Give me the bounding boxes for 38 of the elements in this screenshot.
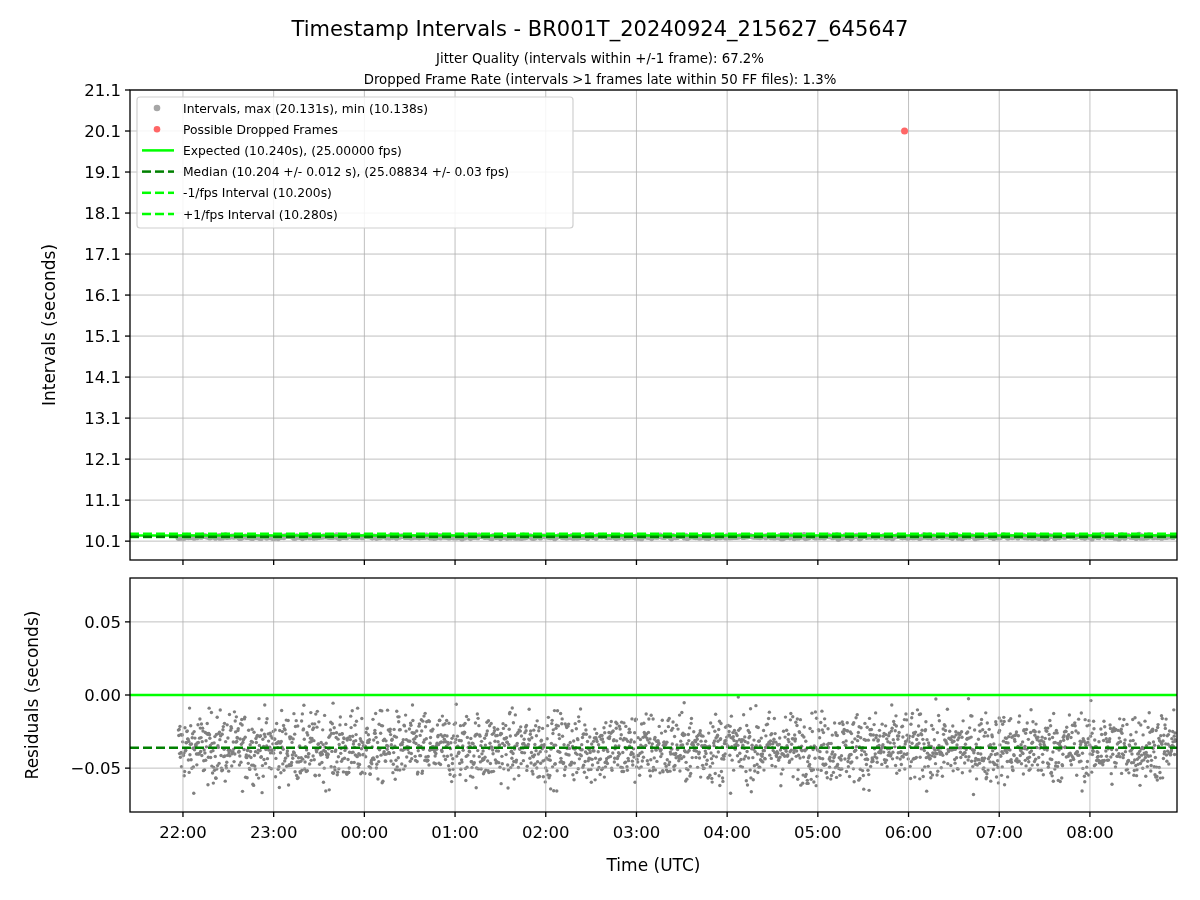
tick-label: 18.1 bbox=[84, 204, 121, 224]
tick-label: 06:00 bbox=[884, 823, 933, 842]
legend-label: -1/fps Interval (10.200s) bbox=[183, 186, 332, 201]
tick-label: 12.1 bbox=[84, 450, 121, 470]
tick-label: 0.05 bbox=[84, 612, 121, 632]
figure-subtitle: Dropped Frame Rate (intervals >1 frames late within 50 FF files): 1.3% bbox=[363, 72, 837, 87]
tick-label: 13.1 bbox=[84, 409, 121, 429]
tick-label: 14.1 bbox=[84, 368, 121, 388]
figure-subtitle: Jitter Quality (intervals within +/-1 frame): 67.2% bbox=[436, 51, 764, 66]
tick-label: 15.1 bbox=[84, 327, 121, 347]
legend-label: Intervals, max (20.131s), min (10.138s) bbox=[183, 101, 428, 116]
tick-label: 11.1 bbox=[84, 491, 121, 511]
tick-label: 19.1 bbox=[84, 163, 121, 182]
legend-label: Expected (10.240s), (25.00000 fps) bbox=[183, 143, 402, 158]
tick-label: 07:00 bbox=[975, 823, 1023, 842]
tick-label: 20.1 bbox=[84, 122, 121, 141]
legend-label: Possible Dropped Frames bbox=[183, 122, 338, 137]
tick-label: 03:00 bbox=[612, 823, 661, 842]
tick-label: 01:00 bbox=[431, 823, 479, 842]
tick-label: 08:00 bbox=[1066, 823, 1114, 842]
axis-label: Intervals (seconds) bbox=[39, 243, 59, 407]
axis-label: Time (UTC) bbox=[606, 855, 701, 875]
tick-label: 05:00 bbox=[794, 823, 842, 842]
tick-label: 16.1 bbox=[84, 286, 121, 306]
tick-label: 17.1 bbox=[84, 245, 121, 265]
tick-label: 22:00 bbox=[159, 823, 207, 842]
tick-label: 00:00 bbox=[340, 823, 389, 842]
tick-label: 02:00 bbox=[521, 823, 570, 842]
figure-title: Timestamp Intervals - BR001T_20240924_215627_645647 bbox=[291, 17, 909, 41]
tick-label: −0.05 bbox=[70, 759, 121, 779]
tick-label: 10.1 bbox=[84, 532, 121, 552]
legend-label: +1/fps Interval (10.280s) bbox=[183, 207, 338, 222]
tick-label: 0.00 bbox=[84, 686, 121, 705]
tick-label: 21.1 bbox=[84, 81, 121, 100]
tick-label: 23:00 bbox=[249, 823, 298, 842]
axis-label: Residuals (seconds) bbox=[22, 610, 42, 780]
legend-label: Median (10.204 +/- 0.012 s), (25.08834 +/- 0.03 fps) bbox=[183, 165, 510, 180]
tick-label: 04:00 bbox=[703, 823, 751, 842]
